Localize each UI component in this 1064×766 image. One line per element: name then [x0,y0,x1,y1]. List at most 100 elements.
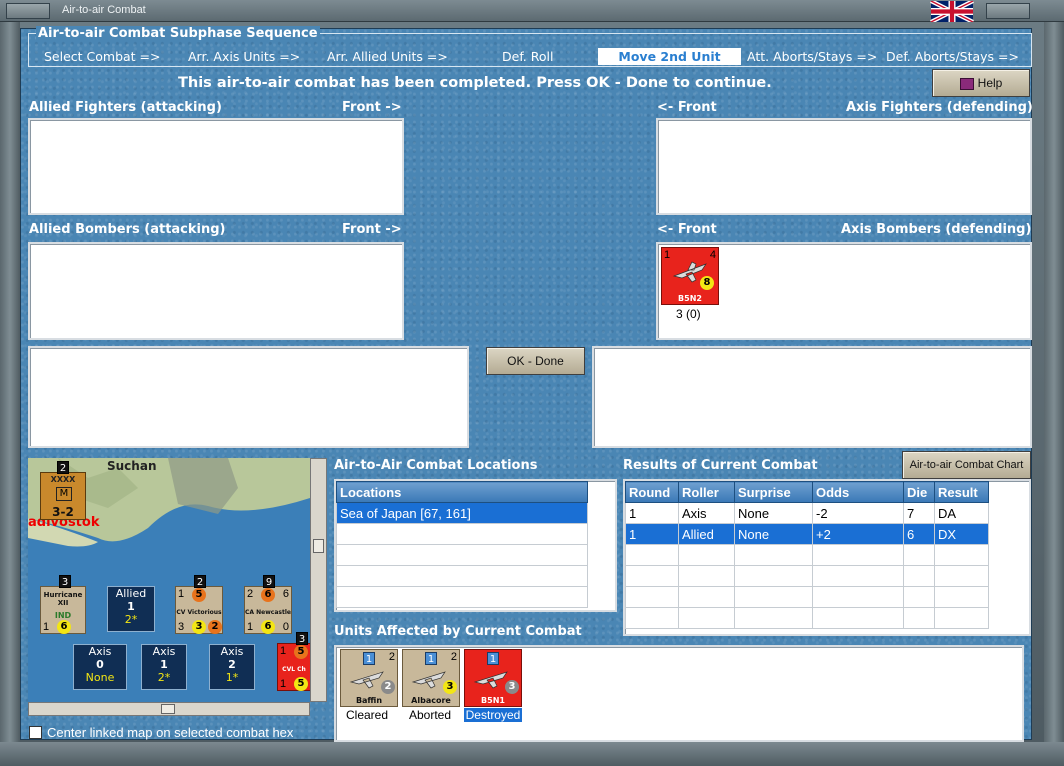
window-close-button[interactable] [986,3,1030,19]
results-list[interactable]: Round Roller Surprise Odds Die Result 1 … [623,479,1031,636]
cvl-b: 5 [294,645,308,659]
location-row[interactable]: Sea of Japan [67, 161] [336,502,588,524]
b5n2-counter[interactable]: 1 4 8 B5N2 [661,247,719,305]
newcastle-f: 0 [282,621,289,633]
allied-bombers-label: Allied Bombers (attacking) [29,222,226,237]
axis-box-2-value: 2 [228,658,236,671]
results-cell: 1 [625,502,679,524]
hurricane-name: Hurricane XII [43,591,83,607]
results-cell: 6 [903,523,935,545]
newcastle-name: CA Newcastle [245,609,291,616]
axis-fighters-front-label: <- Front [657,100,717,115]
corps-stack-count: 2 [57,461,69,474]
right-border [1044,22,1064,742]
allied-box-sub: 2* [124,613,138,626]
allied-bombers-front-label: Front -> [342,222,402,237]
allied-fighters-label: Allied Fighters (attacking) [29,100,222,115]
affected-units-box[interactable]: 1 2 2 Baffin Cleared 1 2 3 Albacore Abor… [334,645,1024,742]
axis-box-0-sub: None [85,671,115,684]
results-cell: Allied [678,523,735,545]
axis-box-1-label: Axis [152,645,176,658]
locations-title: Air-to-Air Combat Locations [334,458,538,473]
victorious-stack: 2 [194,575,206,588]
results-cell: 7 [903,502,935,524]
albacore-status: Aborted [409,708,452,722]
allied-message-box [28,346,469,448]
results-cell: +2 [812,523,904,545]
axis-box-1-sub: 2* [157,671,171,684]
help-label: Help [977,76,1003,90]
seq-step-select-combat: Select Combat => [44,49,161,64]
seq-step-def-aborts: Def. Aborts/Stays => [886,49,1019,64]
map-vscroll-thumb[interactable] [313,539,324,553]
victorious-counter[interactable]: 2 1 5 CV Victorious 3 3 2 [175,575,223,634]
map-hscroll-thumb[interactable] [161,704,175,714]
seq-step-def-roll: Def. Roll [502,49,554,64]
results-row[interactable]: 1 Allied None +2 6 DX [625,523,989,545]
victorious-name: CV Victorious [176,609,222,616]
newcastle-counter[interactable]: 9 2 6 6 CA Newcastle 1 6 0 [244,575,292,634]
axis-fighters-label: Axis Fighters (defending) [846,100,1033,115]
window-menu-button[interactable] [6,3,50,19]
b5n2-caption: 3 (0) [676,307,701,321]
left-border [0,22,20,742]
newcastle-stack: 9 [263,575,275,588]
locations-header: Locations [336,481,588,503]
sequence-title: Air-to-air Combat Subphase Sequence [36,26,320,41]
map-vertical-scrollbar[interactable] [310,458,327,702]
linked-map[interactable]: Suchan adivostok 2 XXXX M 3-2 3 Hurrican… [28,458,310,702]
plane-icon [411,671,446,689]
corps-counter[interactable]: 2 XXXX M 3-2 [40,461,86,520]
results-cell: DA [934,502,989,524]
allied-box: Allied 1 2* [107,586,155,632]
axis-box-2-sub: 1* [225,671,239,684]
title-bar: Air-to-air Combat [0,0,1064,22]
newcastle-c: 6 [282,588,289,600]
results-col-die: Die [903,481,935,503]
help-button[interactable]: Help [932,69,1030,97]
map-horizontal-scrollbar[interactable] [28,702,310,716]
axis-box-0-label: Axis [88,645,112,658]
center-map-checkbox[interactable] [29,726,42,739]
locations-list[interactable]: Locations Sea of Japan [67, 161] [334,479,617,612]
baffin-name: Baffin [355,696,383,705]
plane-icon [349,671,384,689]
axis-fighters-box[interactable] [656,118,1032,215]
hurricane-sub: IND [54,611,72,620]
results-col-surprise: Surprise [734,481,813,503]
axis-bombers-box[interactable]: 1 4 8 B5N2 3 (0) [656,242,1032,340]
location-cell: Sea of Japan [67, 161] [336,502,588,524]
ok-done-button[interactable]: OK - Done [486,347,585,375]
air-combat-chart-button[interactable]: Air-to-air Combat Chart [902,451,1031,479]
hurricane-counter[interactable]: 3 Hurricane XII IND 1 6 [40,575,86,634]
cvl-c: 1 [280,678,287,690]
axis-bombers-label: Axis Bombers (defending) [841,222,1032,237]
results-row[interactable]: 1 Axis None -2 7 DA [625,502,989,524]
b5n1-status: Destroyed [464,708,522,722]
locations-table: Locations Sea of Japan [67, 161] [336,481,588,608]
axis-box-0-value: 0 [96,658,104,671]
cvl-counter[interactable]: 3 1 5 CVL Ch 1 5 [277,632,310,691]
results-col-odds: Odds [812,481,904,503]
corps-value: 3-2 [52,505,74,519]
axis-box-1-value: 1 [160,658,168,671]
seq-step-arr-axis: Arr. Axis Units => [188,49,301,64]
bottom-bar [0,742,1064,766]
seq-step-arr-allied: Arr. Allied Units => [327,49,448,64]
cvl-stack: 3 [296,632,308,645]
baffin-counter[interactable]: 1 2 2 Baffin [340,649,398,707]
baffin-c: 2 [381,680,395,694]
cvl-d: 5 [294,677,308,691]
allied-fighters-box[interactable] [28,118,404,215]
b5n2-tl: 1 [664,249,671,261]
results-table: Round Roller Surprise Odds Die Result 1 … [625,481,989,629]
b5n1-counter[interactable]: 1 3 B5N1 [464,649,522,707]
axis-box-0: Axis 0 None [73,644,127,690]
results-cell: DX [934,523,989,545]
allied-bombers-box[interactable] [28,242,404,340]
cvl-a: 1 [280,645,287,657]
seq-step-active: Move 2nd Unit [598,48,741,65]
results-cell: 1 [625,523,679,545]
allied-box-value: 1 [127,600,135,613]
albacore-counter[interactable]: 1 2 3 Albacore [402,649,460,707]
